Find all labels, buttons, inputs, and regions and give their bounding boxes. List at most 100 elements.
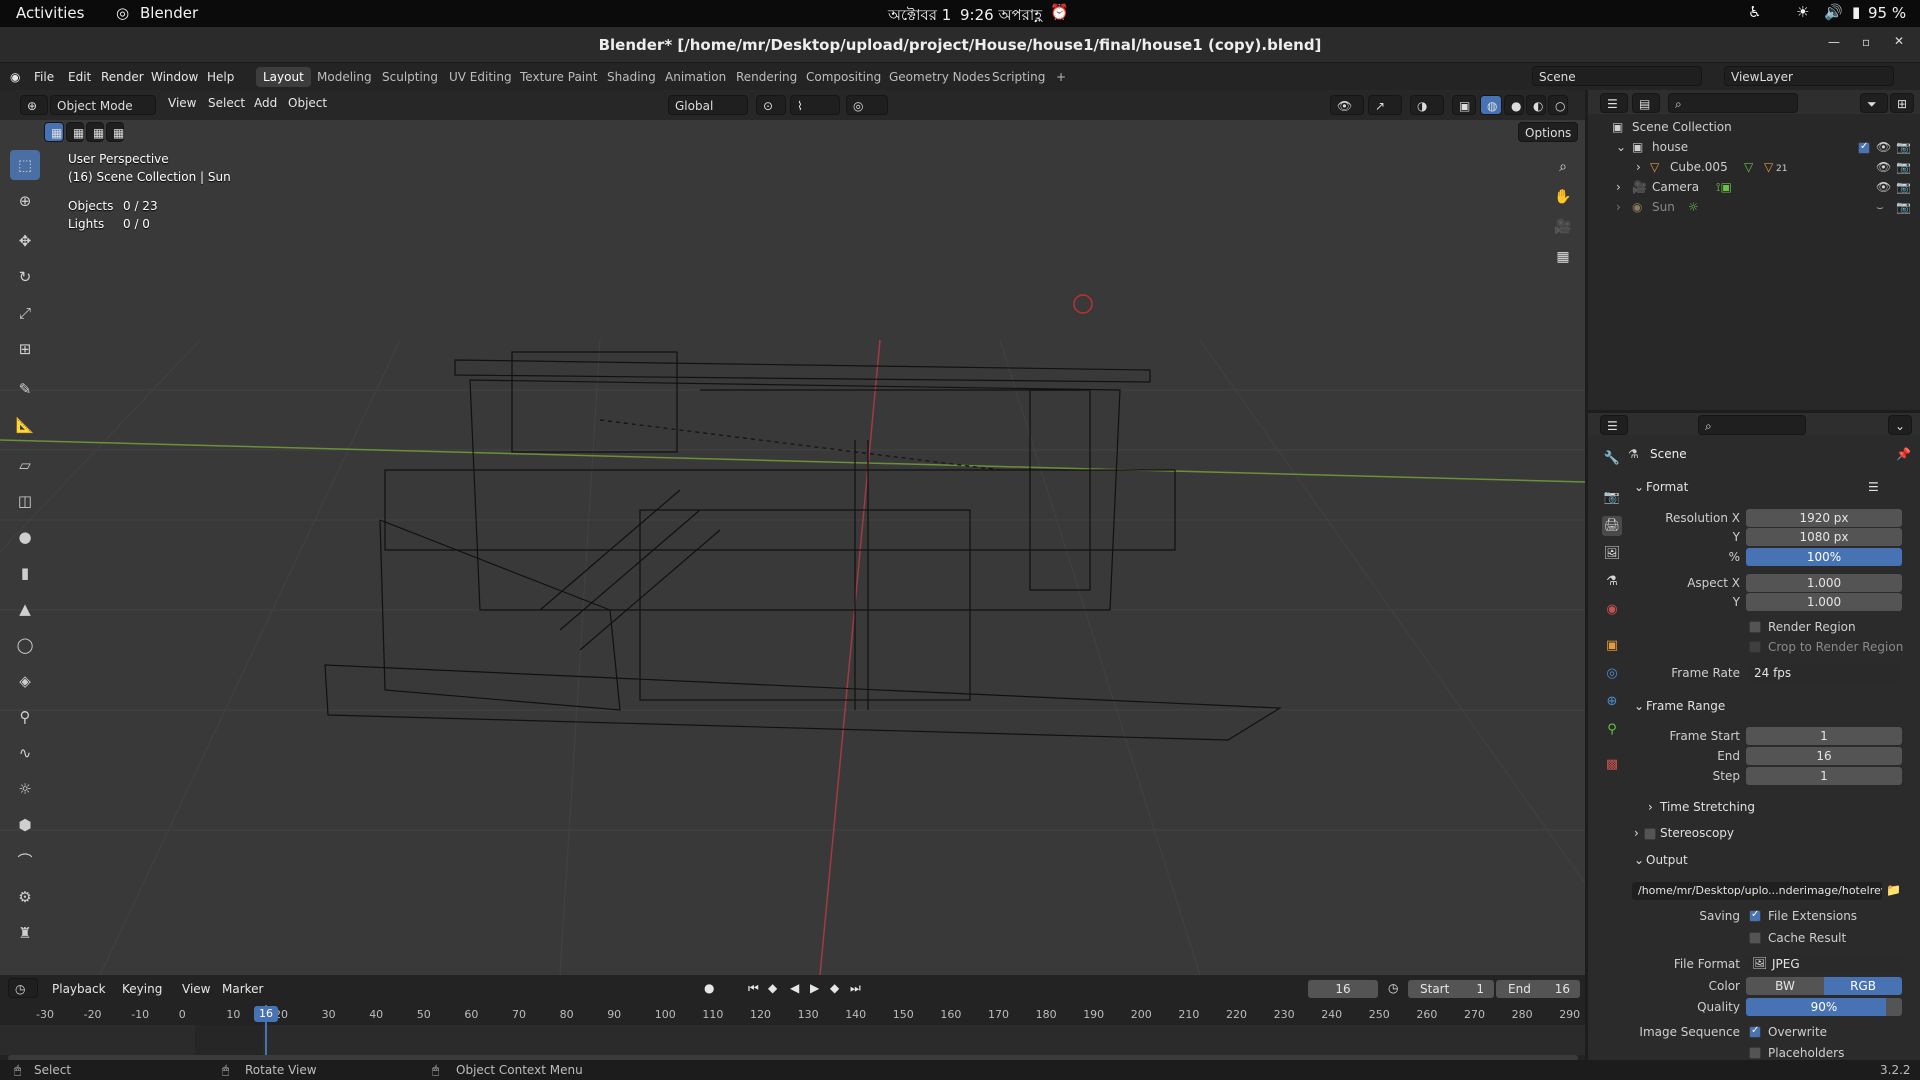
add-plane-tool-icon[interactable]: ▱: [10, 450, 40, 480]
sun-render-camera-icon[interactable]: 📷: [1896, 200, 1911, 214]
select-extend-icon[interactable]: ▦: [66, 122, 84, 142]
add-cone-tool-icon[interactable]: ▲: [10, 594, 40, 624]
play-reverse-icon[interactable]: ◀: [790, 981, 799, 995]
house-exclude-checkbox[interactable]: [1858, 141, 1870, 154]
outliner-item-camera[interactable]: Camera: [1652, 180, 1699, 194]
frame-end-field[interactable]: 16: [1746, 747, 1902, 765]
add-speaker-tool-icon[interactable]: ⌒: [10, 846, 40, 876]
menu-file[interactable]: File: [34, 70, 54, 84]
tab-rendering[interactable]: Rendering: [729, 67, 804, 87]
add-image-tool-icon[interactable]: ♜: [10, 918, 40, 948]
autokey-record-icon[interactable]: ●: [704, 981, 714, 995]
placeholders-checkbox[interactable]: [1749, 1047, 1761, 1059]
aspect-y-field[interactable]: 1.000: [1746, 593, 1902, 611]
resolution-percent-slider[interactable]: 100%: [1746, 548, 1902, 566]
tab-shading[interactable]: Shading: [600, 67, 663, 87]
add-torus-tool-icon[interactable]: ◯: [10, 630, 40, 660]
color-bw-button[interactable]: BW: [1746, 977, 1824, 995]
stereoscopy-checkbox[interactable]: [1644, 828, 1656, 840]
scene-selector[interactable]: Scene: [1532, 66, 1702, 86]
texture-tab-icon[interactable]: ▩: [1602, 755, 1622, 775]
clock-time[interactable]: 9:26 অপরাহ্ণ: [960, 4, 1042, 29]
activities-button[interactable]: Activities: [16, 4, 84, 22]
select-invert-icon[interactable]: ▦: [106, 122, 124, 142]
file-extensions-checkbox[interactable]: [1749, 909, 1761, 922]
timeline-menu-view[interactable]: View: [182, 982, 210, 996]
viewport-menu-view[interactable]: View: [168, 96, 196, 110]
mode-selector[interactable]: Object Mode: [50, 95, 156, 115]
current-frame-field[interactable]: 16: [1308, 980, 1378, 998]
add-cylinder-tool-icon[interactable]: ▮: [10, 558, 40, 588]
menu-help[interactable]: Help: [207, 70, 234, 84]
viewlayer-selector[interactable]: ViewLayer: [1724, 66, 1894, 86]
material-shading-icon[interactable]: ◐: [1526, 95, 1546, 115]
expand-cube-icon[interactable]: ›: [1636, 160, 1641, 174]
tab-scripting[interactable]: Scripting: [985, 67, 1052, 87]
scene-tab-icon[interactable]: ⚗: [1602, 572, 1622, 592]
properties-search[interactable]: ⌕: [1698, 415, 1806, 435]
add-light-tool-icon[interactable]: ☼: [10, 774, 40, 804]
resolution-x-field[interactable]: 1920 px: [1746, 509, 1902, 527]
folder-browse-icon[interactable]: 📁: [1886, 883, 1901, 897]
tab-compositing[interactable]: Compositing: [799, 67, 888, 87]
tab-sculpting[interactable]: Sculpting: [375, 67, 445, 87]
add-curve-tool-icon[interactable]: ∿: [10, 738, 40, 768]
rotate-tool-icon[interactable]: ↻: [10, 262, 40, 292]
close-icon[interactable]: ✕: [1894, 34, 1904, 48]
tab-animation[interactable]: Animation: [658, 67, 733, 87]
pin-icon[interactable]: 📌: [1896, 447, 1911, 461]
properties-editor-type-icon[interactable]: ☰: [1600, 415, 1628, 435]
editor-type-icon[interactable]: ⊕: [20, 95, 48, 115]
minimize-icon[interactable]: —: [1828, 35, 1840, 49]
3d-viewport[interactable]: ⊕ Object Mode View Select Add Object Glo…: [0, 90, 1585, 975]
tab-modeling[interactable]: Modeling: [310, 67, 379, 87]
gizmo-icon[interactable]: ↗: [1368, 95, 1402, 115]
properties-options-icon[interactable]: ⌄: [1888, 415, 1912, 435]
outliner-item-cube[interactable]: Cube.005: [1670, 160, 1728, 174]
viewport-menu-object[interactable]: Object: [288, 96, 327, 110]
viewport-menu-select[interactable]: Select: [208, 96, 245, 110]
preview-range-icon[interactable]: ◷: [1388, 981, 1398, 995]
zoom-icon[interactable]: ⌕: [1550, 154, 1576, 180]
pan-hand-icon[interactable]: ✋: [1550, 184, 1576, 210]
jump-start-icon[interactable]: ⏮: [748, 981, 759, 996]
time-stretching-subpanel[interactable]: Time Stretching: [1660, 800, 1755, 814]
file-format-dropdown[interactable]: JPEG: [1746, 955, 1902, 973]
prev-keyframe-icon[interactable]: ◆: [768, 981, 777, 995]
add-force-tool-icon[interactable]: ⚙: [10, 882, 40, 912]
outliner-display-mode-icon[interactable]: ▤: [1632, 93, 1660, 113]
options-dropdown[interactable]: Options: [1518, 122, 1579, 142]
menu-render[interactable]: Render: [101, 70, 144, 84]
cube-render-camera-icon[interactable]: 📷: [1896, 160, 1911, 174]
resolution-y-field[interactable]: 1080 px: [1746, 528, 1902, 546]
select-new-icon[interactable]: ▦: [44, 122, 64, 142]
output-chevron-icon[interactable]: ⌄: [1634, 853, 1644, 867]
end-frame-field[interactable]: End 16: [1496, 980, 1580, 998]
select-mode-icons[interactable]: ▦ ▦ ▦ ▦: [44, 122, 138, 142]
frame-rate-dropdown[interactable]: 24 fps: [1746, 664, 1902, 682]
frame-start-field[interactable]: 1: [1746, 727, 1902, 745]
expand-sun-icon[interactable]: ›: [1616, 200, 1621, 214]
scale-tool-icon[interactable]: ⤢: [10, 298, 40, 328]
timeline-editor-type-icon[interactable]: ◷: [8, 978, 38, 998]
format-panel-chevron-icon[interactable]: ⌄: [1634, 480, 1644, 494]
data-tab-icon[interactable]: ⚲: [1602, 720, 1622, 740]
expand-camera-icon[interactable]: ›: [1616, 180, 1621, 194]
annotate-tool-icon[interactable]: ✎: [10, 374, 40, 404]
stereoscopy-panel-header[interactable]: Stereoscopy: [1660, 826, 1734, 840]
output-tab-icon[interactable]: 🖨: [1602, 516, 1622, 536]
camera-render-camera-icon[interactable]: 📷: [1896, 180, 1911, 194]
outliner-editor-type-icon[interactable]: ☰: [1600, 93, 1628, 113]
overlay-icon[interactable]: ◑: [1410, 95, 1444, 115]
rendered-shading-icon[interactable]: ○: [1548, 95, 1568, 115]
outliner-search[interactable]: ⌕: [1668, 93, 1798, 113]
scene-collection-label[interactable]: Scene Collection: [1632, 120, 1732, 134]
view-layer-tab-icon[interactable]: 🖼: [1602, 544, 1622, 564]
proportional-edit-icon[interactable]: ◎: [846, 95, 888, 115]
solid-shading-icon[interactable]: ●: [1504, 95, 1524, 115]
blender-logo-icon[interactable]: ◉: [10, 70, 20, 84]
format-panel-header[interactable]: Format: [1646, 480, 1688, 494]
tab-geometry-nodes[interactable]: Geometry Nodes: [882, 67, 997, 87]
world-tab-icon[interactable]: ◉: [1602, 600, 1622, 620]
accessibility-icon[interactable]: ♿: [1748, 3, 1761, 21]
